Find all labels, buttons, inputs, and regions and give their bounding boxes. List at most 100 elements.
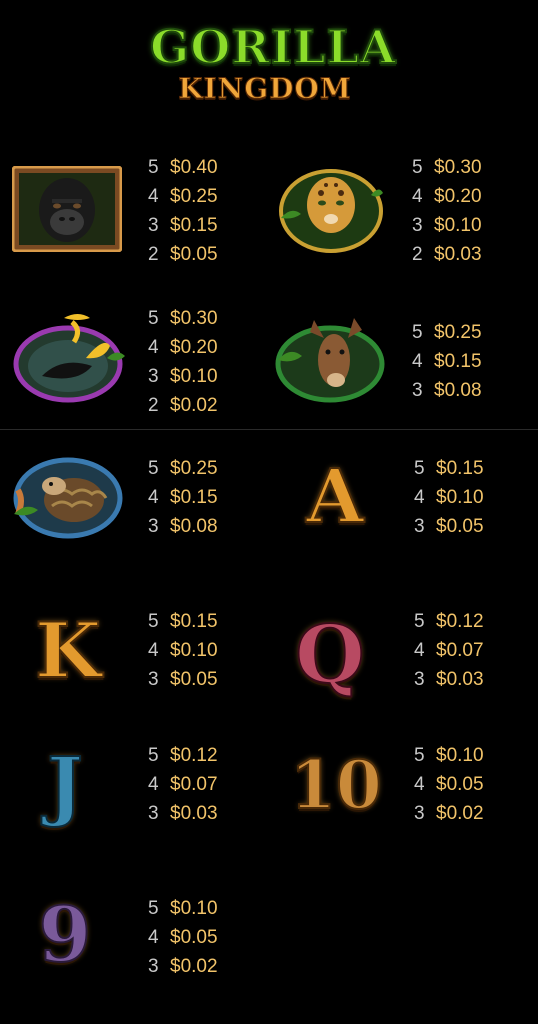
payout-value: $0.30 bbox=[434, 157, 482, 178]
payout-row: 4 $0.20 bbox=[148, 333, 218, 362]
payout-count: 5 bbox=[148, 308, 159, 329]
payout-count: 3 bbox=[148, 803, 159, 824]
j-paytable: 5 $0.12 4 $0.07 3 $0.03 bbox=[148, 741, 218, 828]
symbol-a-icon: A bbox=[305, 453, 364, 541]
payout-row: 3 $0.02 bbox=[148, 952, 218, 981]
payout-row: 3 $0.05 bbox=[414, 512, 484, 541]
payout-value: $0.02 bbox=[170, 956, 218, 977]
leopard-paytable: 5 $0.30 4 $0.20 3 $0.10 2 $0.03 bbox=[412, 153, 482, 269]
payout-row: 3 $0.08 bbox=[412, 376, 482, 405]
payout-count: 5 bbox=[148, 745, 159, 766]
gorilla-icon bbox=[11, 165, 123, 253]
payout-value: $0.10 bbox=[170, 898, 218, 919]
payout-row: 4 $0.10 bbox=[414, 483, 484, 512]
payout-count: 3 bbox=[148, 956, 159, 977]
payout-row: 3 $0.03 bbox=[414, 665, 484, 694]
payout-count: 4 bbox=[412, 351, 423, 372]
payout-row: 4 $0.05 bbox=[148, 923, 218, 952]
payout-row: 5 $0.40 bbox=[148, 153, 218, 182]
payout-count: 4 bbox=[148, 337, 159, 358]
payout-row: 5 $0.15 bbox=[414, 454, 484, 483]
payout-value: $0.15 bbox=[170, 487, 218, 508]
payout-value: $0.15 bbox=[170, 611, 218, 632]
payout-row: 5 $0.30 bbox=[412, 153, 482, 182]
payout-row: 4 $0.15 bbox=[148, 483, 218, 512]
payout-count: 2 bbox=[148, 395, 159, 416]
payout-count: 3 bbox=[148, 669, 159, 690]
payout-value: $0.15 bbox=[436, 458, 484, 479]
payout-count: 3 bbox=[414, 669, 425, 690]
symbol-k-icon: K bbox=[34, 605, 102, 696]
payout-value: $0.10 bbox=[436, 487, 484, 508]
payout-value: $0.25 bbox=[434, 322, 482, 343]
payout-value: $0.08 bbox=[170, 516, 218, 537]
payout-row: 4 $0.07 bbox=[414, 636, 484, 665]
payout-row: 5 $0.10 bbox=[414, 741, 484, 770]
payout-count: 5 bbox=[148, 611, 159, 632]
payout-value: $0.07 bbox=[170, 774, 218, 795]
payout-count: 4 bbox=[414, 487, 425, 508]
payout-count: 3 bbox=[412, 215, 423, 236]
payout-count: 3 bbox=[414, 516, 425, 537]
payout-row: 5 $0.15 bbox=[148, 607, 218, 636]
payout-count: 5 bbox=[148, 157, 159, 178]
payout-count: 3 bbox=[414, 803, 425, 824]
payout-value: $0.25 bbox=[170, 186, 218, 207]
section-divider bbox=[0, 429, 538, 430]
payout-count: 4 bbox=[148, 774, 159, 795]
payout-count: 5 bbox=[412, 322, 423, 343]
symbol-j-icon: J bbox=[46, 739, 84, 830]
logo-title-line2: KINGDOM bbox=[178, 72, 352, 106]
symbol-10-icon: 10 bbox=[289, 745, 383, 825]
pangolin-paytable: 5 $0.25 4 $0.15 3 $0.08 bbox=[148, 454, 218, 541]
payout-row: 4 $0.25 bbox=[148, 182, 218, 211]
payout-row: 3 $0.08 bbox=[148, 512, 218, 541]
payout-count: 5 bbox=[148, 458, 159, 479]
payout-count: 2 bbox=[412, 244, 423, 265]
payout-count: 4 bbox=[414, 774, 425, 795]
payout-value: $0.05 bbox=[170, 244, 218, 265]
payout-row: 4 $0.10 bbox=[148, 636, 218, 665]
payout-value: $0.05 bbox=[170, 669, 218, 690]
payout-count: 4 bbox=[414, 640, 425, 661]
payout-count: 4 bbox=[148, 487, 159, 508]
payout-row: 3 $0.03 bbox=[148, 799, 218, 828]
symbol-q-icon: Q bbox=[294, 606, 366, 702]
payout-value: $0.20 bbox=[434, 186, 482, 207]
payout-value: $0.05 bbox=[436, 774, 484, 795]
payout-count: 5 bbox=[414, 611, 425, 632]
q-paytable: 5 $0.12 4 $0.07 3 $0.03 bbox=[414, 607, 484, 694]
payout-row: 4 $0.15 bbox=[412, 347, 482, 376]
payout-row: 2 $0.03 bbox=[412, 240, 482, 269]
payout-value: $0.03 bbox=[170, 803, 218, 824]
payout-count: 4 bbox=[148, 927, 159, 948]
payout-value: $0.10 bbox=[434, 215, 482, 236]
okapi-icon bbox=[274, 308, 386, 404]
payout-value: $0.12 bbox=[436, 611, 484, 632]
payout-count: 3 bbox=[412, 380, 423, 401]
hornbill-icon bbox=[12, 308, 130, 404]
logo-title-line1: GORILLA bbox=[149, 19, 397, 75]
payout-row: 2 $0.05 bbox=[148, 240, 218, 269]
payout-value: $0.10 bbox=[436, 745, 484, 766]
payout-row: 5 $0.12 bbox=[148, 741, 218, 770]
k-paytable: 5 $0.15 4 $0.10 3 $0.05 bbox=[148, 607, 218, 694]
payout-row: 5 $0.10 bbox=[148, 894, 218, 923]
pangolin-icon bbox=[8, 452, 124, 544]
payout-count: 4 bbox=[412, 186, 423, 207]
payout-value: $0.03 bbox=[436, 669, 484, 690]
payout-row: 5 $0.30 bbox=[148, 304, 218, 333]
payout-row: 3 $0.15 bbox=[148, 211, 218, 240]
payout-value: $0.15 bbox=[170, 215, 218, 236]
payout-count: 4 bbox=[148, 640, 159, 661]
payout-count: 5 bbox=[414, 745, 425, 766]
payout-row: 4 $0.07 bbox=[148, 770, 218, 799]
payout-value: $0.05 bbox=[436, 516, 484, 537]
payout-count: 4 bbox=[148, 186, 159, 207]
payout-count: 2 bbox=[148, 244, 159, 265]
payout-value: $0.12 bbox=[170, 745, 218, 766]
payout-value: $0.25 bbox=[170, 458, 218, 479]
payout-row: 5 $0.25 bbox=[412, 318, 482, 347]
payout-value: $0.20 bbox=[170, 337, 218, 358]
leopard-icon bbox=[276, 163, 386, 255]
